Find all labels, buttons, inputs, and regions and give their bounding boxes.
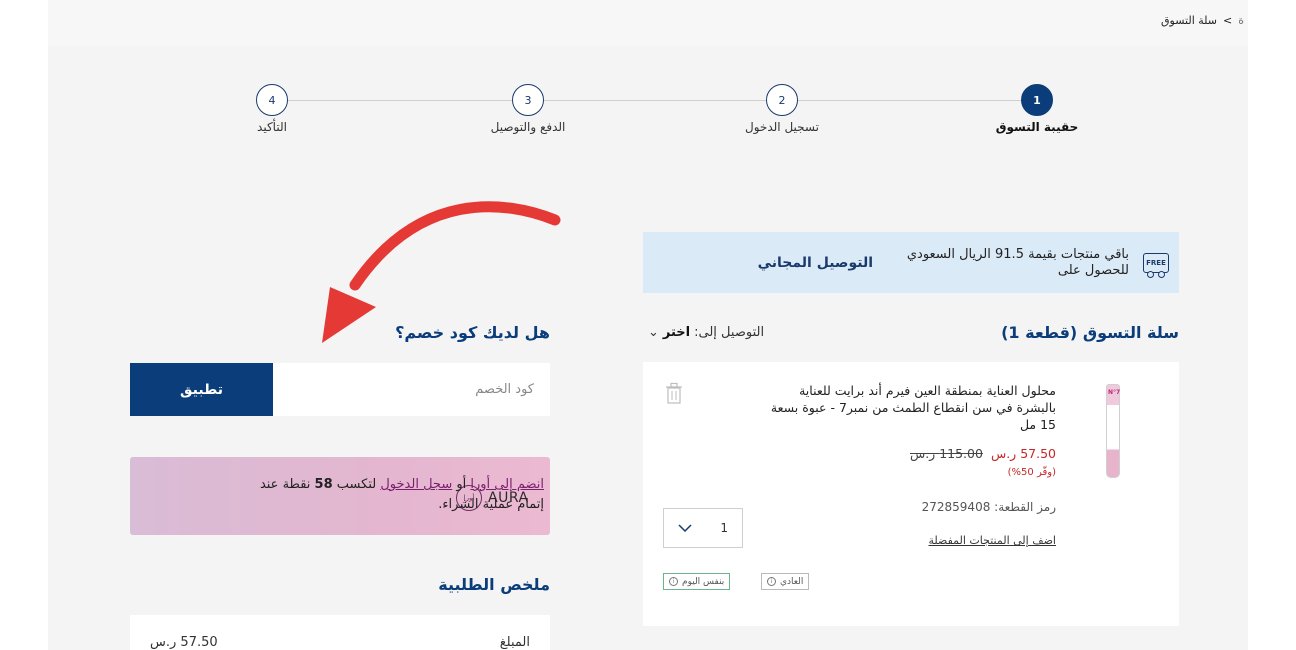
delivery-value[interactable]: اختر	[663, 325, 690, 340]
cart-item-card: N°7 محلول العناية بمنطقة العين فيرم أند …	[643, 362, 1179, 626]
quantity-select[interactable]: 1	[663, 508, 743, 548]
page: ة > سلة التسوق 1 حقيبة التسوق 2 تسجيل ال…	[48, 0, 1248, 650]
step-confirm: 4 التأكيد	[212, 84, 332, 134]
free-delivery-truck-icon: FREE	[1143, 252, 1169, 278]
breadcrumb: ة > سلة التسوق	[1161, 14, 1244, 27]
stepper-line	[273, 100, 1036, 101]
aura-text: انضم إلى أورا أو سجل الدخول لتكسب 58 نقط…	[254, 475, 544, 515]
product-image[interactable]: N°7	[1088, 384, 1138, 484]
step-cart: 1 حقيبة التسوق	[977, 84, 1097, 134]
apply-coupon-button[interactable]: تطبيق	[130, 363, 273, 416]
free-delivery-text: باقي منتجات بقيمة 91.5 الريال السعودي لل…	[906, 246, 1129, 278]
aura-points: 58	[314, 477, 333, 492]
step-payment: 3 الدفع والتوصيل	[468, 84, 588, 134]
cart-title: سلة التسوق (قطعة 1)	[1001, 323, 1179, 342]
price-new: 57.50 ر.س	[990, 446, 1056, 461]
aura-text-pre: لتكسب	[336, 477, 377, 492]
delivery-location-selector[interactable]: التوصيل إلى: اختر ⌄	[648, 325, 764, 340]
step-label-cart: حقيبة التسوق	[995, 120, 1079, 134]
product-code: رمز القطعة: 272859408	[921, 500, 1056, 514]
aura-join-link[interactable]: انضم إلى أورا	[470, 477, 544, 492]
aura-or: أو	[456, 477, 467, 492]
coupon-form: تطبيق	[130, 363, 550, 416]
annotation-arrow-icon	[322, 201, 561, 343]
free-delivery-strong: التوصيل المجاني	[757, 254, 873, 271]
step-label-payment: الدفع والتوصيل	[490, 120, 566, 134]
chip-regular-label: العادي	[780, 576, 804, 587]
delivery-option-same-day[interactable]: بنفس اليوم i	[663, 573, 731, 590]
step-circle-4: 4	[256, 84, 288, 116]
top-bar: ة > سلة التسوق	[48, 0, 1248, 46]
amount-value: 57.50 ر.س	[150, 635, 218, 650]
product-name[interactable]: محلول العناية بمنطقة العين فيرم أند براي…	[756, 382, 1056, 433]
breadcrumb-separator: >	[1223, 14, 1233, 27]
breadcrumb-current: سلة التسوق	[1161, 14, 1218, 27]
step-label-login: تسجيل الدخول	[745, 120, 819, 134]
free-delivery-banner: FREE باقي منتجات بقيمة 91.5 الريال السعو…	[643, 232, 1179, 293]
aura-login-link[interactable]: سجل الدخول	[380, 477, 452, 492]
chevron-down-icon	[678, 524, 692, 532]
quantity-value: 1	[720, 521, 728, 535]
trash-icon[interactable]	[665, 382, 683, 404]
step-login: 2 تسجيل الدخول	[722, 84, 842, 134]
product-prices: 57.50 ر.س 115.00 ر.س	[910, 446, 1056, 461]
chevron-down-icon[interactable]: ⌄	[648, 325, 659, 340]
add-to-wishlist-link[interactable]: اضف إلى المنتجات المفضلة	[929, 534, 1056, 547]
order-summary-panel: المبلغ 57.50 ر.س	[130, 615, 550, 650]
delivery-label: التوصيل إلى:	[694, 325, 765, 340]
save-percent: (وفّر 50%)	[1007, 467, 1056, 478]
coupon-code-input[interactable]	[273, 363, 550, 416]
step-circle-1: 1	[1021, 84, 1053, 116]
info-icon[interactable]: i	[767, 577, 776, 586]
amount-label: المبلغ	[499, 635, 530, 650]
step-circle-2: 2	[766, 84, 798, 116]
product-brand-mark: N°7	[1108, 389, 1121, 396]
price-old: 115.00 ر.س	[909, 446, 983, 461]
order-summary-title: ملخص الطلبية	[438, 575, 550, 594]
aura-loyalty-banner: أورا AURA انضم إلى أورا أو سجل الدخول لت…	[130, 457, 550, 535]
info-icon[interactable]: i	[669, 577, 678, 586]
breadcrumb-prev[interactable]: ة	[1238, 14, 1244, 27]
delivery-option-regular[interactable]: العادي i	[761, 573, 810, 590]
step-label-confirm: التأكيد	[257, 120, 287, 134]
product-tube-image: N°7	[1106, 384, 1120, 478]
step-circle-3: 3	[512, 84, 544, 116]
chip-sameday-label: بنفس اليوم	[682, 576, 725, 587]
